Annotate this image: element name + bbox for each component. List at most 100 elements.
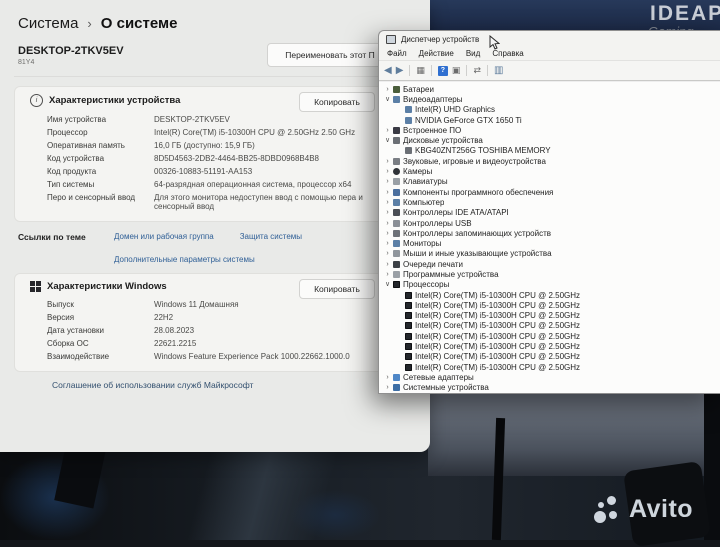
tree-item[interactable]: › Контроллеры IDE ATA/ATAPI [379,208,720,218]
spec-row: Дата установки 28.08.2023 [30,324,405,337]
tree-item[interactable]: › Контроллеры запоминающих устройств [379,228,720,238]
device-specs-rows: Имя устройства DESKTOP-2TKV5EV Процессор… [30,113,405,213]
expander-chevron-icon[interactable]: ∨ [383,281,392,288]
copy-windows-specs-button[interactable]: Копировать [299,279,375,299]
expander-chevron-icon[interactable]: › [383,86,392,93]
spec-label: Дата установки [47,326,104,335]
tree-item[interactable]: › Звуковые, игровые и видеоустройства [379,156,720,166]
related-link[interactable]: Дополнительные параметры системы [114,255,255,264]
expander-chevron-icon[interactable]: › [383,168,392,175]
tree-item[interactable]: KBG40ZNT256G TOSHIBA MEMORY [379,146,720,156]
system-device-icon [393,384,400,392]
toolbar-separator [430,65,432,76]
spec-value: DESKTOP-2TKV5EV [154,115,230,124]
expander-chevron-icon[interactable]: › [383,374,392,381]
tree-item[interactable]: › Клавиатуры [379,177,720,187]
tree-item[interactable]: › Компьютер [379,197,720,207]
tree-item[interactable]: Intel(R) Core(TM) i5-10300H CPU @ 2.50GH… [379,311,720,321]
forward-icon[interactable]: ▶ [396,65,404,76]
spec-label: Сборка ОС [47,339,89,348]
menu-item[interactable]: Вид [466,49,480,58]
tree-item[interactable]: › Сетевые адаптеры [379,372,720,382]
expander-chevron-icon[interactable]: › [383,199,392,206]
expander-chevron-icon[interactable]: › [383,271,392,278]
spec-value: 22H2 [154,313,174,322]
monitor-icon[interactable]: ▥ [494,65,503,76]
menu-item[interactable]: Действие [419,49,454,58]
expander-chevron-icon[interactable]: › [383,178,392,185]
tree-item[interactable]: › Программные устройства [379,269,720,279]
battery-icon [393,85,400,93]
tree-item-label: Intel(R) Core(TM) i5-10300H CPU @ 2.50GH… [415,321,581,331]
tree-item[interactable]: › Системные устройства [379,383,720,393]
tree-item-label: Программные устройства [403,269,499,279]
tree-item[interactable]: › Компоненты программного обеспечения [379,187,720,197]
expander-chevron-icon[interactable]: › [383,220,392,227]
tree-item[interactable]: Intel(R) Core(TM) i5-10300H CPU @ 2.50GH… [379,331,720,341]
menu-item[interactable]: Справка [492,49,523,58]
tree-item-label: Intel(R) Core(TM) i5-10300H CPU @ 2.50GH… [415,311,581,321]
related-link[interactable]: Домен или рабочая группа [114,232,214,241]
tree-item[interactable]: › Батареи [379,84,720,94]
tree-item[interactable]: ∨ Дисковые устройства [379,135,720,145]
display-adapter-icon [393,95,400,103]
copy-device-specs-button[interactable]: Копировать [299,92,375,112]
display-adapter-icon [405,106,412,114]
expander-chevron-icon[interactable]: › [383,127,392,134]
tree-item-label: Intel(R) Core(TM) i5-10300H CPU @ 2.50GH… [415,352,581,362]
tree-item[interactable]: NVIDIA GeForce GTX 1650 Ti [379,115,720,125]
windows-specs-card: Характеристики Windows Копировать Выпуск… [14,273,416,372]
spec-label: Тип системы [47,180,95,189]
tree-item[interactable]: › Контроллеры USB [379,218,720,228]
software-device-icon [393,270,400,278]
tree-item[interactable]: Intel(R) Core(TM) i5-10300H CPU @ 2.50GH… [379,362,720,372]
windows-specs-title: Характеристики Windows [47,281,167,292]
toolbar-separator [409,65,411,76]
tree-item[interactable]: Intel(R) Core(TM) i5-10300H CPU @ 2.50GH… [379,300,720,310]
menu-item[interactable]: Файл [387,49,407,58]
tree-item-label: Контроллеры IDE ATA/ATAPI [403,208,509,218]
tree-item[interactable]: Intel(R) Core(TM) i5-10300H CPU @ 2.50GH… [379,321,720,331]
display-adapter-icon [405,116,412,124]
related-link[interactable]: Защита системы [240,232,302,241]
expander-chevron-icon[interactable]: › [383,250,392,257]
avito-watermark: Avito [594,495,693,524]
scan-hardware-icon[interactable]: ⇄ [473,66,481,75]
spec-row: Взаимодействие Windows Feature Experienc… [30,350,405,363]
tree-item[interactable]: › Мыши и иные указывающие устройства [379,249,720,259]
processor-icon [405,322,412,330]
help-icon[interactable]: ? [437,65,448,76]
spec-label: Оперативная память [47,141,125,150]
expander-chevron-icon[interactable]: › [383,240,392,247]
tree-item[interactable]: Intel(R) Core(TM) i5-10300H CPU @ 2.50GH… [379,341,720,351]
expander-chevron-icon[interactable]: › [383,384,392,391]
expander-chevron-icon[interactable]: ∨ [383,96,392,103]
device-specs-title: Характеристики устройства [49,95,181,106]
related-links-section: Ссылки по теме Домен или рабочая группа З… [14,232,416,264]
services-agreement-link[interactable]: Соглашение об использовании служб Майкро… [52,380,430,390]
tree-item[interactable]: › Мониторы [379,238,720,248]
rename-pc-button[interactable]: Переименовать этот П [267,43,393,67]
windows-specs-rows: Выпуск Windows 11 Домашняя Версия 22H2 Д… [30,298,405,363]
expander-chevron-icon[interactable]: › [383,230,392,237]
expander-chevron-icon[interactable]: › [383,261,392,268]
expander-chevron-icon[interactable]: › [383,158,392,165]
back-icon[interactable]: ◀ [384,65,392,76]
tree-item[interactable]: › Камеры [379,166,720,176]
expander-chevron-icon[interactable]: › [383,189,392,196]
tree-item[interactable]: ∨ Процессоры [379,280,720,290]
tree-item[interactable]: › Очереди печати [379,259,720,269]
breadcrumb-system[interactable]: Система [18,15,78,32]
software-component-icon [393,188,400,196]
tree-item[interactable]: ∨ Видеоадаптеры [379,94,720,104]
tree-item[interactable]: › Встроенное ПО [379,125,720,135]
expander-chevron-icon[interactable]: › [383,209,392,216]
tree-item-label: Камеры [403,167,433,177]
device-manager-titlebar[interactable]: Диспетчер устройств [379,31,720,50]
tree-item[interactable]: Intel(R) Core(TM) i5-10300H CPU @ 2.50GH… [379,352,720,362]
tree-item[interactable]: Intel(R) UHD Graphics [379,105,720,115]
properties-icon[interactable]: ▣ [452,66,461,75]
console-tree-icon[interactable]: ▦ [416,66,425,75]
expander-chevron-icon[interactable]: ∨ [383,137,392,144]
tree-item[interactable]: Intel(R) Core(TM) i5-10300H CPU @ 2.50GH… [379,290,720,300]
